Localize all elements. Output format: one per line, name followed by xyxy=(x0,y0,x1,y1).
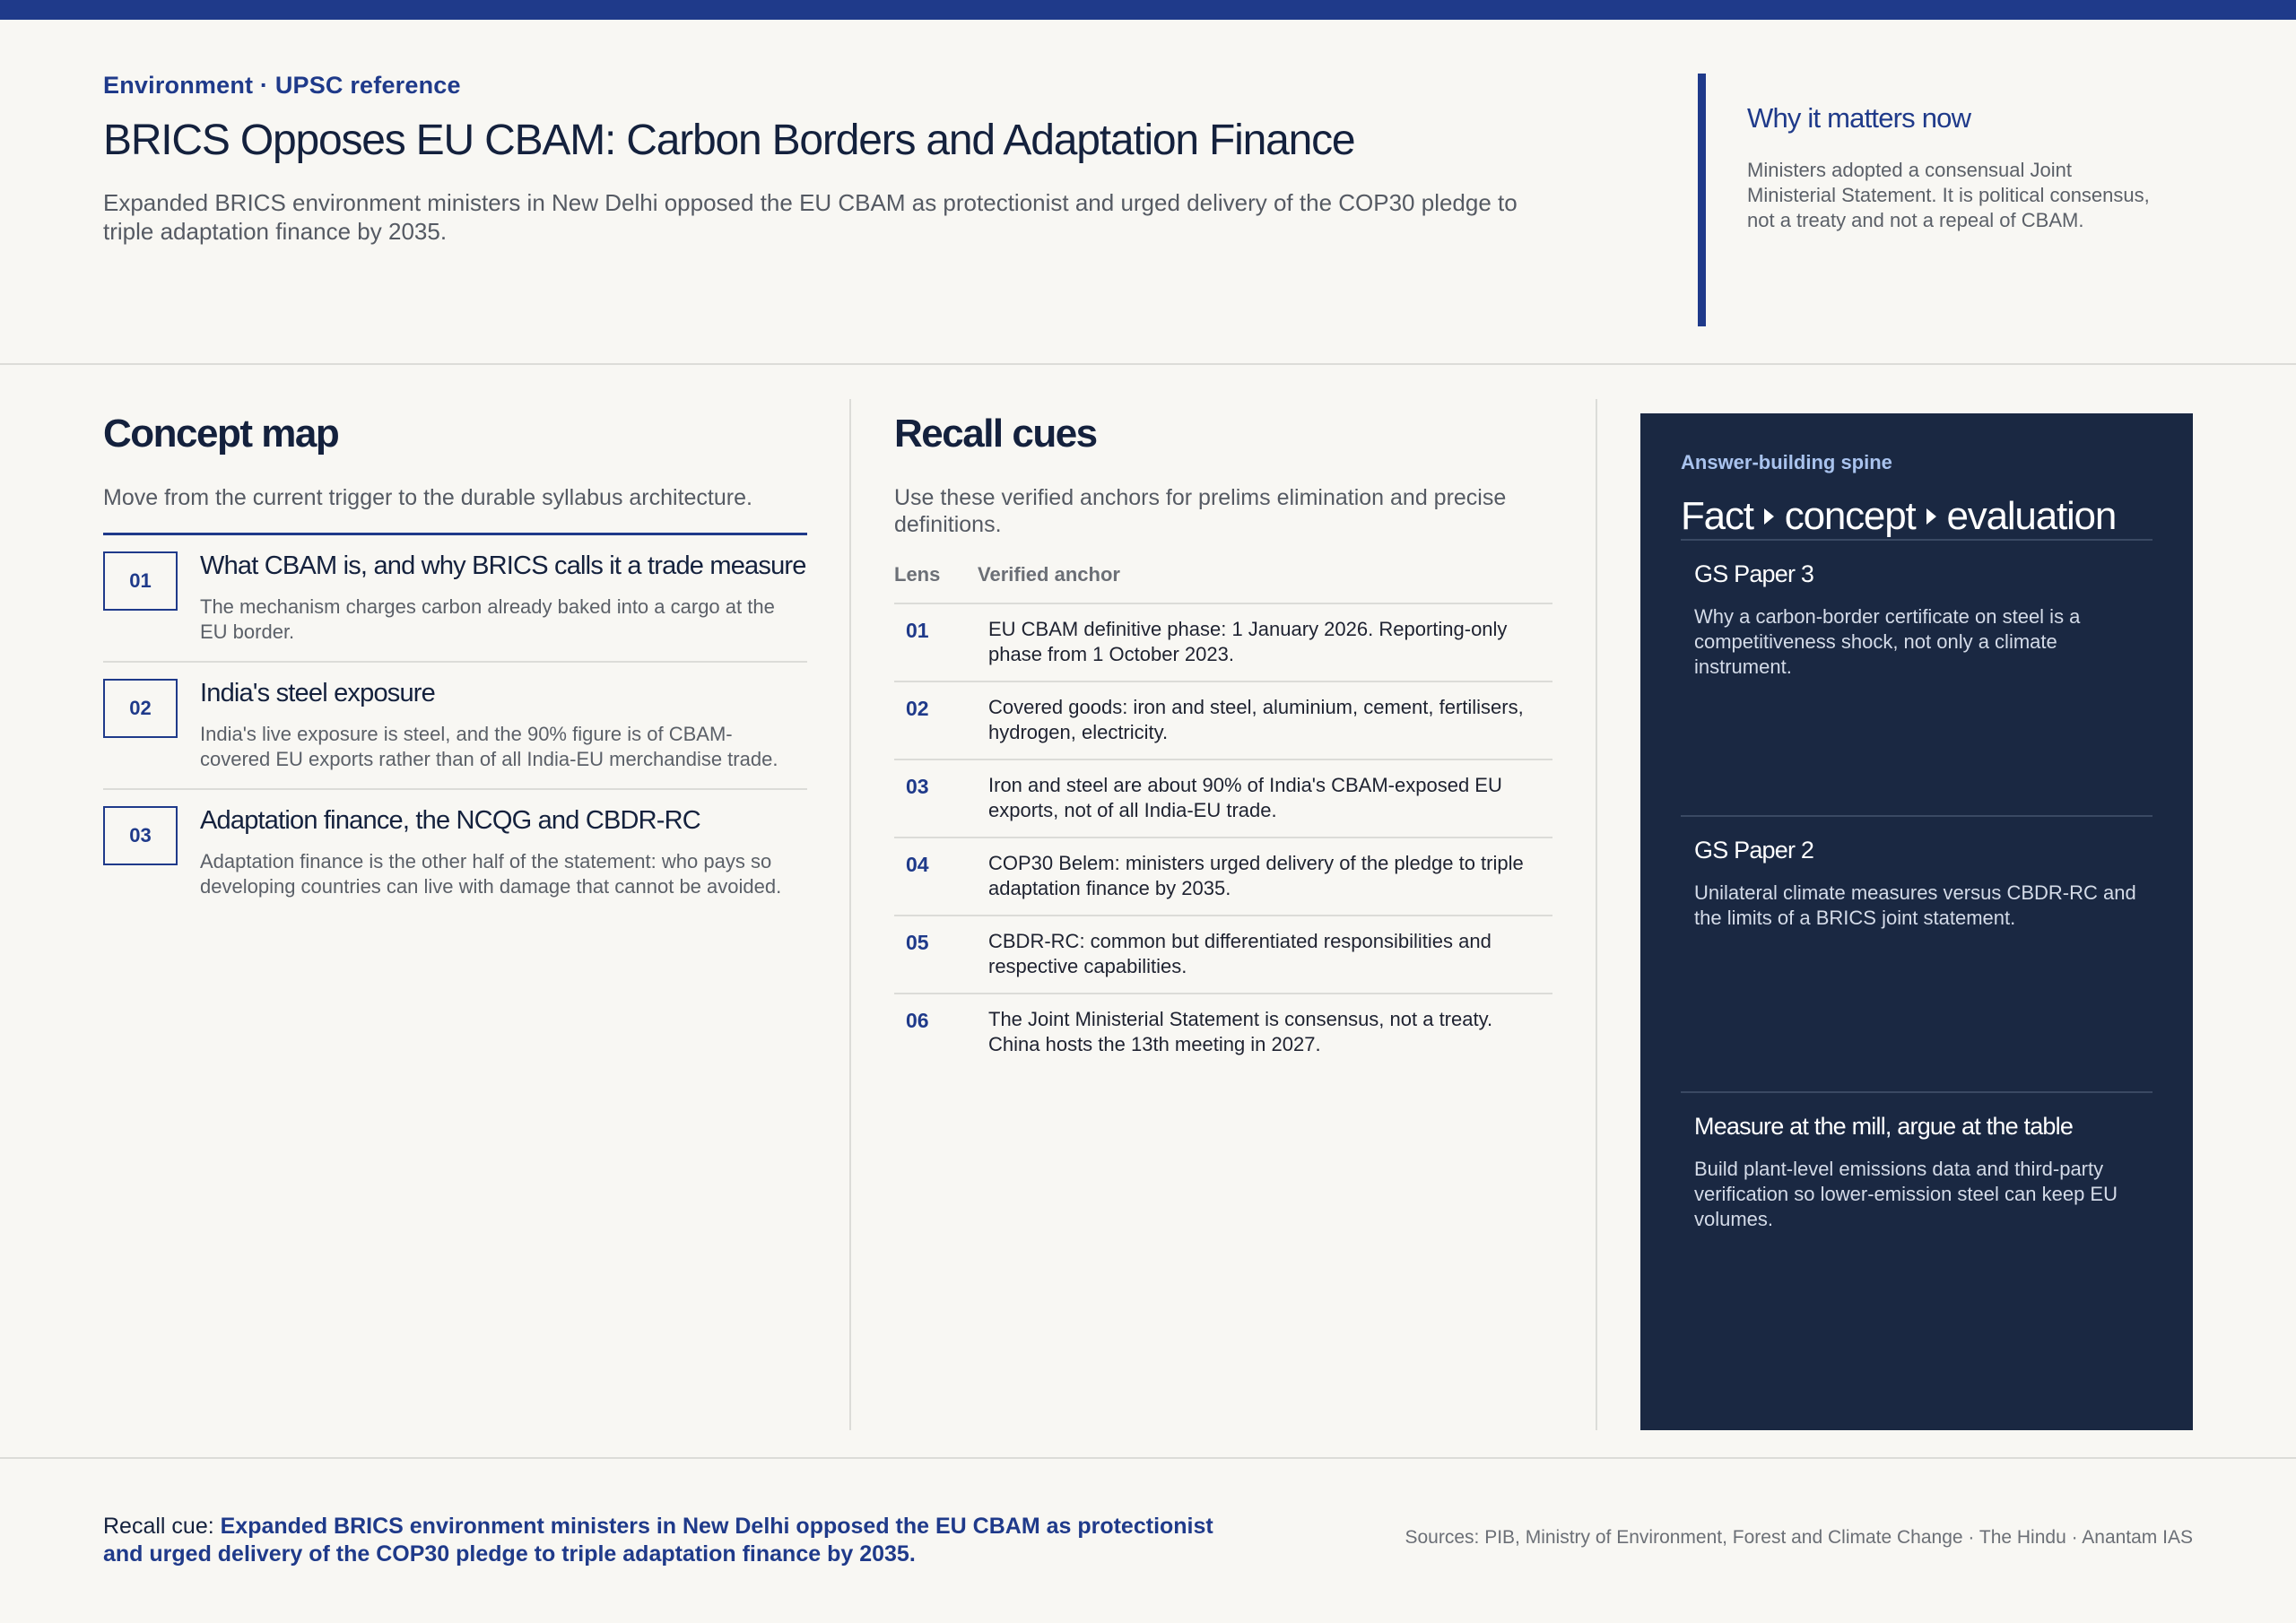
recall-cues-lead: Use these verified anchors for prelims e… xyxy=(894,485,1507,538)
concept-item-heading: Adaptation finance, the NCQG and CBDR-RC xyxy=(200,806,701,836)
concept-map-list: 01 What CBAM is, and why BRICS calls it … xyxy=(103,535,807,916)
spine-label: Answer-building spine xyxy=(1681,451,1892,473)
footer-recall-cue: Recall cue: Expanded BRICS environment m… xyxy=(103,1513,1242,1568)
recall-cues-section: Recall cues Use these verified anchors f… xyxy=(894,412,1552,1072)
table-row: 03 Iron and steel are about 90% of India… xyxy=(894,760,1552,839)
concept-item-number: 03 xyxy=(103,806,178,866)
answer-spine-panel: Answer-building spine Fact concept evalu… xyxy=(1640,413,2193,1430)
why-title: Why it matters now xyxy=(1747,102,1971,134)
spine-card: GS Paper 3 Why a carbon-border certifica… xyxy=(1681,539,2152,815)
table-row: 01 EU CBAM definitive phase: 1 January 2… xyxy=(894,604,1552,683)
concept-item-body: India's live exposure is steel, and the … xyxy=(200,723,778,771)
concept-item: 03 Adaptation finance, the NCQG and CBDR… xyxy=(103,790,807,916)
page-header: Environment · UPSC reference BRICS Oppos… xyxy=(103,72,1538,246)
spine-card-body: Build plant-level emissions data and thi… xyxy=(1694,1158,2118,1230)
chevron-right-icon xyxy=(1763,508,1774,525)
spine-title-part: concept xyxy=(1784,494,1917,538)
anchor-column-header: Verified anchor xyxy=(978,563,1120,586)
row-number: 02 xyxy=(906,697,929,721)
table-row: 04 COP30 Belem: ministers urged delivery… xyxy=(894,838,1552,917)
footer-sources: Sources: PIB, Ministry of Environment, F… xyxy=(1405,1527,2193,1548)
column-divider-2 xyxy=(1596,399,1597,1430)
concept-item: 02 India's steel exposure India's live e… xyxy=(103,663,807,791)
row-text: EU CBAM definitive phase: 1 January 2026… xyxy=(988,618,1508,666)
row-number: 06 xyxy=(906,1009,929,1033)
row-number: 04 xyxy=(906,853,929,877)
spine-card-body: Why a carbon-border certificate on steel… xyxy=(1694,605,2081,678)
row-text: CBDR-RC: common but differentiated respo… xyxy=(988,930,1492,978)
recall-cue-text: Expanded BRICS environment ministers in … xyxy=(103,1514,1213,1567)
page-subtitle: Expanded BRICS environment ministers in … xyxy=(103,188,1518,245)
row-number: 05 xyxy=(906,931,929,955)
recall-table: 01 EU CBAM definitive phase: 1 January 2… xyxy=(894,604,1552,1072)
spine-card-title: GS Paper 2 xyxy=(1694,837,1814,864)
column-divider-1 xyxy=(849,399,851,1430)
recall-cues-title: Recall cues xyxy=(894,412,1098,456)
concept-item-body: Adaptation finance is the other half of … xyxy=(200,850,782,898)
top-accent-bar xyxy=(0,0,2296,20)
concept-item-number: 01 xyxy=(103,551,178,612)
row-text: COP30 Belem: ministers urged delivery of… xyxy=(988,852,1524,900)
recall-table-header: Lens Verified anchor xyxy=(894,563,1552,605)
concept-item-heading: What CBAM is, and why BRICS calls it a t… xyxy=(200,551,806,581)
row-number: 03 xyxy=(906,775,929,799)
concept-item-body: The mechanism charges carbon already bak… xyxy=(200,595,775,644)
spine-title-part: evaluation xyxy=(1946,494,2118,538)
spine-card-title: Measure at the mill, argue at the table xyxy=(1694,1113,2074,1140)
recall-cue-label: Recall cue: xyxy=(103,1514,221,1539)
spine-title-part: Fact xyxy=(1681,494,1754,538)
table-row: 02 Covered goods: iron and steel, alumin… xyxy=(894,682,1552,761)
concept-item: 01 What CBAM is, and why BRICS calls it … xyxy=(103,535,807,664)
concept-map-lead: Move from the current trigger to the dur… xyxy=(103,485,752,511)
lens-column-header: Lens xyxy=(894,563,941,586)
row-text: Iron and steel are about 90% of India's … xyxy=(988,774,1502,822)
why-it-matters-callout: Why it matters now Ministers adopted a c… xyxy=(1698,74,2164,326)
row-text: The Joint Ministerial Statement is conse… xyxy=(988,1008,1493,1056)
concept-item-number: 02 xyxy=(103,679,178,739)
concept-map-title: Concept map xyxy=(103,412,340,456)
spine-title: Fact concept evaluation xyxy=(1681,494,2152,539)
concept-item-heading: India's steel exposure xyxy=(200,679,436,708)
footer-divider xyxy=(0,1457,2296,1459)
row-number: 01 xyxy=(906,619,929,643)
row-text: Covered goods: iron and steel, aluminium… xyxy=(988,696,1524,744)
table-row: 05 CBDR-RC: common but differentiated re… xyxy=(894,916,1552,995)
spine-card: Measure at the mill, argue at the table … xyxy=(1681,1091,2152,1367)
spine-card-title: GS Paper 3 xyxy=(1694,560,1814,587)
page-title: BRICS Opposes EU CBAM: Carbon Borders an… xyxy=(103,117,1356,164)
spine-card: GS Paper 2 Unilateral climate measures v… xyxy=(1681,815,2152,1091)
eyebrow-label: Environment · UPSC reference xyxy=(103,72,461,99)
header-divider xyxy=(0,363,2296,365)
chevron-right-icon xyxy=(1926,508,1936,525)
spine-card-body: Unilateral climate measures versus CBDR-… xyxy=(1694,881,2136,929)
concept-map-section: Concept map Move from the current trigge… xyxy=(103,412,807,916)
table-row: 06 The Joint Ministerial Statement is co… xyxy=(894,994,1552,1072)
why-body: Ministers adopted a consensual Joint Min… xyxy=(1747,159,2150,231)
